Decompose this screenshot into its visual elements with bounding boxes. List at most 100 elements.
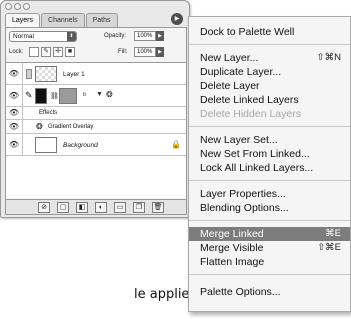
layer-row[interactable]: 👁 ✎ ⛓ ᵇ ▼ ❂ bbox=[6, 85, 186, 107]
palette-flyout-menu: Dock to Palette Well New Layer... ⇧⌘N Du… bbox=[188, 16, 351, 312]
palette-menu-button[interactable]: ▶ bbox=[171, 13, 183, 25]
triangle-down-icon[interactable]: ▼ bbox=[96, 91, 103, 98]
column-divider bbox=[22, 134, 23, 155]
menu-item-delete-layer[interactable]: Delete Layer bbox=[189, 79, 350, 93]
trash-icon[interactable]: 🗑 bbox=[152, 201, 164, 213]
menu-separator bbox=[189, 274, 350, 275]
link-slot-icon[interactable] bbox=[26, 69, 32, 79]
layer-name: Layer 1 bbox=[63, 71, 85, 78]
palette-titlebar bbox=[1, 1, 189, 13]
effects-row[interactable]: 👁 Effects bbox=[6, 107, 186, 120]
lock-transparency-checkbox[interactable] bbox=[29, 47, 39, 57]
layers-panel-body: Normal ⬍ Opacity: 100% ▶ Lock: ✎ ✛ ■ Fil… bbox=[5, 27, 187, 215]
updown-arrows-icon: ⬍ bbox=[67, 32, 76, 41]
menu-item-label: Palette Options... bbox=[200, 286, 281, 298]
menu-item-label: New Layer Set... bbox=[200, 134, 278, 146]
menu-item-shortcut: ⌘E bbox=[325, 228, 341, 239]
mask-icon[interactable]: ◧ bbox=[76, 201, 88, 213]
menu-item-label: Duplicate Layer... bbox=[200, 66, 282, 78]
close-button[interactable] bbox=[5, 3, 12, 10]
menu-item-flatten-image[interactable]: Flatten Image bbox=[189, 255, 350, 269]
layers-list: 👁 Layer 1 👁 ✎ ⛓ ᵇ ▼ ❂ 👁 Effects 👁 ❂ Grad… bbox=[6, 62, 186, 198]
effects-label: Effects bbox=[39, 110, 58, 116]
layer-thumbnail bbox=[35, 137, 57, 153]
menu-item-label: Merge Visible bbox=[200, 242, 264, 254]
menu-item-merge-linked[interactable]: Merge Linked ⌘E bbox=[189, 227, 350, 241]
menu-item-label: Layer Properties... bbox=[200, 188, 286, 200]
opacity-slider-button[interactable]: ▶ bbox=[156, 31, 164, 41]
column-divider bbox=[22, 85, 23, 106]
menu-item-label: Delete Hidden Layers bbox=[200, 108, 301, 120]
lock-image-pixels-checkbox[interactable]: ✎ bbox=[41, 47, 51, 57]
gradient-overlay-label: Gradient Overlay bbox=[48, 124, 94, 130]
triangle-right-icon: ▶ bbox=[158, 33, 162, 39]
fill-slider-button[interactable]: ▶ bbox=[156, 47, 164, 57]
layers-palette: Layers Channels Paths ▶ Normal ⬍ Opacity… bbox=[0, 0, 190, 218]
menu-item-shortcut: ⇧⌘E bbox=[317, 242, 341, 253]
layer-style-icon[interactable]: ▢ bbox=[57, 201, 69, 213]
menu-item-label: Delete Linked Layers bbox=[200, 94, 299, 106]
lock-all-checkbox[interactable]: ■ bbox=[65, 47, 75, 57]
column-divider bbox=[22, 120, 23, 133]
layer-mask-thumbnail bbox=[59, 88, 77, 104]
column-divider bbox=[22, 63, 23, 84]
menu-item-label: Dock to Palette Well bbox=[200, 26, 295, 38]
fill-field[interactable]: 100% bbox=[134, 47, 156, 57]
menu-item-duplicate-layer[interactable]: Duplicate Layer... bbox=[189, 65, 350, 79]
layer-row[interactable]: 👁 Background 🔒 bbox=[6, 134, 186, 156]
opacity-label: Opacity: bbox=[104, 33, 127, 39]
layer-fx-icon: ᵇ bbox=[83, 91, 87, 100]
lock-icon: 🔒 bbox=[171, 140, 181, 149]
blend-mode-select[interactable]: Normal ⬍ bbox=[9, 31, 77, 42]
eye-icon[interactable]: 👁 bbox=[8, 91, 20, 101]
zoom-button[interactable] bbox=[23, 3, 30, 10]
eye-icon[interactable]: 👁 bbox=[8, 122, 20, 132]
menu-item-merge-visible[interactable]: Merge Visible ⇧⌘E bbox=[189, 241, 350, 255]
eye-icon[interactable]: 👁 bbox=[8, 140, 20, 150]
menu-item-label: Lock All Linked Layers... bbox=[200, 162, 314, 174]
new-layer-icon[interactable]: ❐ bbox=[133, 201, 145, 213]
menu-item-palette-options[interactable]: Palette Options... bbox=[189, 285, 350, 299]
menu-item-label: New Layer... bbox=[200, 52, 259, 64]
lock-icon: ■ bbox=[67, 48, 73, 55]
menu-item-blending-options[interactable]: Blending Options... bbox=[189, 201, 350, 215]
tab-paths[interactable]: Paths bbox=[85, 13, 118, 27]
menu-item-delete-linked-layers[interactable]: Delete Linked Layers bbox=[189, 93, 350, 107]
minimize-button[interactable] bbox=[14, 3, 21, 10]
link-icon: ⛓ bbox=[50, 93, 59, 100]
lock-label: Lock: bbox=[9, 49, 24, 55]
menu-separator bbox=[189, 220, 350, 221]
menu-item-new-layer[interactable]: New Layer... ⇧⌘N bbox=[189, 51, 350, 65]
palette-bottom-bar: ⊘ ▢ ◧ ◐ ▭ ❐ 🗑 bbox=[6, 199, 186, 214]
menu-item-delete-hidden-layers: Delete Hidden Layers bbox=[189, 107, 350, 121]
menu-item-lock-all-linked-layers[interactable]: Lock All Linked Layers... bbox=[189, 161, 350, 175]
opacity-value: 100% bbox=[137, 33, 153, 39]
menu-item-label: New Set From Linked... bbox=[200, 148, 310, 160]
brush-icon: ✎ bbox=[43, 48, 49, 55]
blend-mode-value: Normal bbox=[13, 33, 34, 40]
menu-item-shortcut: ⇧⌘N bbox=[316, 52, 341, 63]
menu-item-dock-to-palette-well[interactable]: Dock to Palette Well bbox=[189, 25, 350, 39]
menu-item-label: Delete Layer bbox=[200, 80, 260, 92]
menu-item-new-layer-set[interactable]: New Layer Set... bbox=[189, 133, 350, 147]
eye-icon[interactable]: 👁 bbox=[8, 69, 20, 79]
new-set-icon[interactable]: ▭ bbox=[114, 201, 126, 213]
link-icon[interactable]: ⊘ bbox=[38, 201, 50, 213]
lock-position-checkbox[interactable]: ✛ bbox=[53, 47, 63, 57]
tab-channels[interactable]: Channels bbox=[41, 13, 85, 27]
effect-row[interactable]: 👁 ❂ Gradient Overlay bbox=[6, 120, 186, 134]
menu-item-new-set-from-linked[interactable]: New Set From Linked... bbox=[189, 147, 350, 161]
triangle-right-icon: ▶ bbox=[158, 49, 162, 55]
layer-row[interactable]: 👁 Layer 1 bbox=[6, 63, 186, 85]
menu-item-label: Blending Options... bbox=[200, 202, 289, 214]
menu-item-layer-properties[interactable]: Layer Properties... bbox=[189, 187, 350, 201]
menu-separator bbox=[189, 180, 350, 181]
eye-icon[interactable]: 👁 bbox=[8, 108, 20, 118]
tab-layers[interactable]: Layers bbox=[5, 13, 41, 27]
opacity-field[interactable]: 100% bbox=[134, 31, 156, 41]
adjustment-icon[interactable]: ◐ bbox=[95, 201, 107, 213]
move-icon: ✛ bbox=[55, 48, 61, 55]
menu-item-label: Merge Linked bbox=[200, 228, 264, 240]
brush-icon: ✎ bbox=[25, 90, 33, 100]
fill-value: 100% bbox=[137, 49, 153, 55]
